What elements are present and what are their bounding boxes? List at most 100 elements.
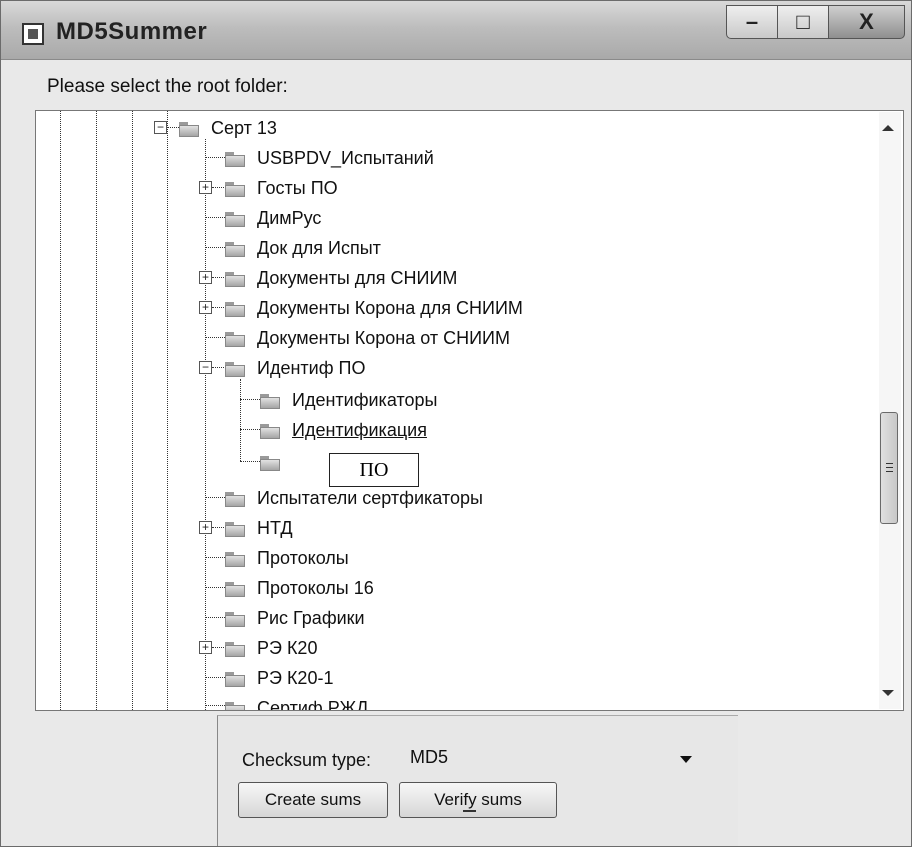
verify-sums-button[interactable]: Verify sums [399,782,557,818]
tree-node[interactable]: Протоколы [225,543,349,573]
tree-node[interactable]: Идентификация [260,415,427,445]
tree-guide-line [167,111,168,710]
options-panel: Checksum type: MD5 Create sums Verify su… [217,715,738,846]
tree-node[interactable]: РЭ К20 [225,633,317,663]
dropdown-arrow-icon[interactable] [680,756,692,763]
tree-node-label: Сертиф РЖД [257,697,369,711]
tree-node-label: Госты ПО [257,177,338,198]
tree-connector [205,587,227,588]
tree-connector [205,157,227,158]
checksum-type-label: Checksum type: [242,750,372,770]
text-cursor-mark [463,810,476,812]
tree-node[interactable]: Документы Корона от СНИИМ [225,323,510,353]
tree-node[interactable]: ДимРус [225,203,321,233]
tree-node[interactable]: Документы Корона для СНИИМ [225,293,523,323]
tree-node-label: Документы Корона для СНИИМ [257,297,523,318]
tree-node-expanded[interactable]: Идентиф ПО [225,353,365,383]
tree-connector [205,617,227,618]
tree-node[interactable]: Госты ПО [225,173,338,203]
close-button[interactable]: X [828,5,905,39]
minimize-button[interactable]: – [726,5,778,39]
folder-icon [225,359,247,377]
tree-vertical-scrollbar[interactable] [879,112,901,709]
grip-line [886,471,893,472]
expander-plus-icon[interactable]: + [199,301,212,314]
tree-node-label: Док для Испыт [257,237,381,258]
tree-guide-line [96,111,97,710]
scroll-down-arrow-icon[interactable] [882,690,894,696]
scroll-up-arrow-icon[interactable] [882,125,894,131]
tree-guide-line [132,111,133,710]
folder-icon [225,579,247,597]
folder-icon [225,299,247,317]
folder-icon [260,391,282,409]
tree-node[interactable]: НТД [225,513,293,543]
tree-node-label: Протоколы [257,547,349,568]
root-folder-prompt: Please select the root folder: [47,76,288,97]
tree-connector [205,557,227,558]
expander-plus-icon[interactable]: + [199,271,212,284]
checksum-type-value: MD5 [410,746,449,767]
tree-connector [212,307,226,308]
tree-node[interactable]: Испытатели сертфикаторы [225,483,483,513]
tree-node-label: Идентиф ПО [257,357,366,378]
maximize-button[interactable]: □ [777,5,829,39]
tree-node[interactable]: Док для Испыт [225,233,381,263]
folder-icon [225,149,247,167]
tree-node-label: РЭ К20 [257,637,318,658]
tree-node-label: Документы Корона от СНИИМ [257,327,510,348]
folder-icon [179,119,201,137]
tree-node[interactable]: Идентификаторы [260,385,437,415]
folder-icon [225,239,247,257]
tree-connector [205,705,227,706]
tree-connector [240,379,241,461]
app-icon [22,23,44,45]
folder-icon [225,609,247,627]
folder-icon [260,453,282,471]
tree-node-label: Идентификаторы [292,389,438,410]
folder-icon [225,269,247,287]
grip-line [886,463,893,464]
window-title: MD5Summer [56,18,208,45]
tree-node-label: ДимРус [257,207,322,228]
tree-connector [212,647,226,648]
tree-node-label: Испытатели сертфикаторы [257,487,483,508]
folder-icon [225,489,247,507]
tree-node[interactable]: USBPDV_Испытаний [225,143,434,173]
expander-minus-icon[interactable]: − [199,361,212,374]
folder-icon [225,669,247,687]
checksum-type-select[interactable]: MD5 [410,740,710,774]
tree-connector [240,461,262,462]
tree-node-label: Документы для СНИИМ [257,267,458,288]
rename-edit-box[interactable]: ПО [329,453,419,487]
tree-node-partial[interactable]: Сертиф РЖД [225,693,369,711]
expander-plus-icon[interactable]: + [199,521,212,534]
title-bar[interactable]: MD5Summer – □ X [1,1,911,60]
tree-node-editing[interactable] [260,447,292,477]
tree-connector [205,217,227,218]
tree-node-root[interactable]: Серт 13 [179,113,277,143]
tree-guide-line [60,111,61,710]
tree-connector [212,277,226,278]
expander-minus-icon[interactable]: − [154,121,167,134]
tree-connector [205,497,227,498]
tree-node[interactable]: Документы для СНИИМ [225,263,457,293]
scrollbar-thumb[interactable] [880,412,898,524]
create-sums-button[interactable]: Create sums [238,782,388,818]
tree-connector [240,399,262,400]
folder-icon [225,699,247,710]
tree-node-label: Протоколы 16 [257,577,374,598]
tree-node[interactable]: Протоколы 16 [225,573,374,603]
folder-tree[interactable]: − Серт 13 USBPDV_Испытаний + Госты ПО Ди… [35,110,904,711]
tree-connector [212,367,226,368]
tree-connector [205,247,227,248]
expander-plus-icon[interactable]: + [199,181,212,194]
expander-plus-icon[interactable]: + [199,641,212,654]
tree-node[interactable]: РЭ К20-1 [225,663,333,693]
tree-node[interactable]: Рис Графики [225,603,365,633]
tree-node-label: РЭ К20-1 [257,667,334,688]
md5summer-window: MD5Summer – □ X Please select the root f… [0,0,912,847]
tree-connector [205,337,227,338]
tree-node-label: USBPDV_Испытаний [257,147,434,168]
tree-connector [205,139,206,710]
